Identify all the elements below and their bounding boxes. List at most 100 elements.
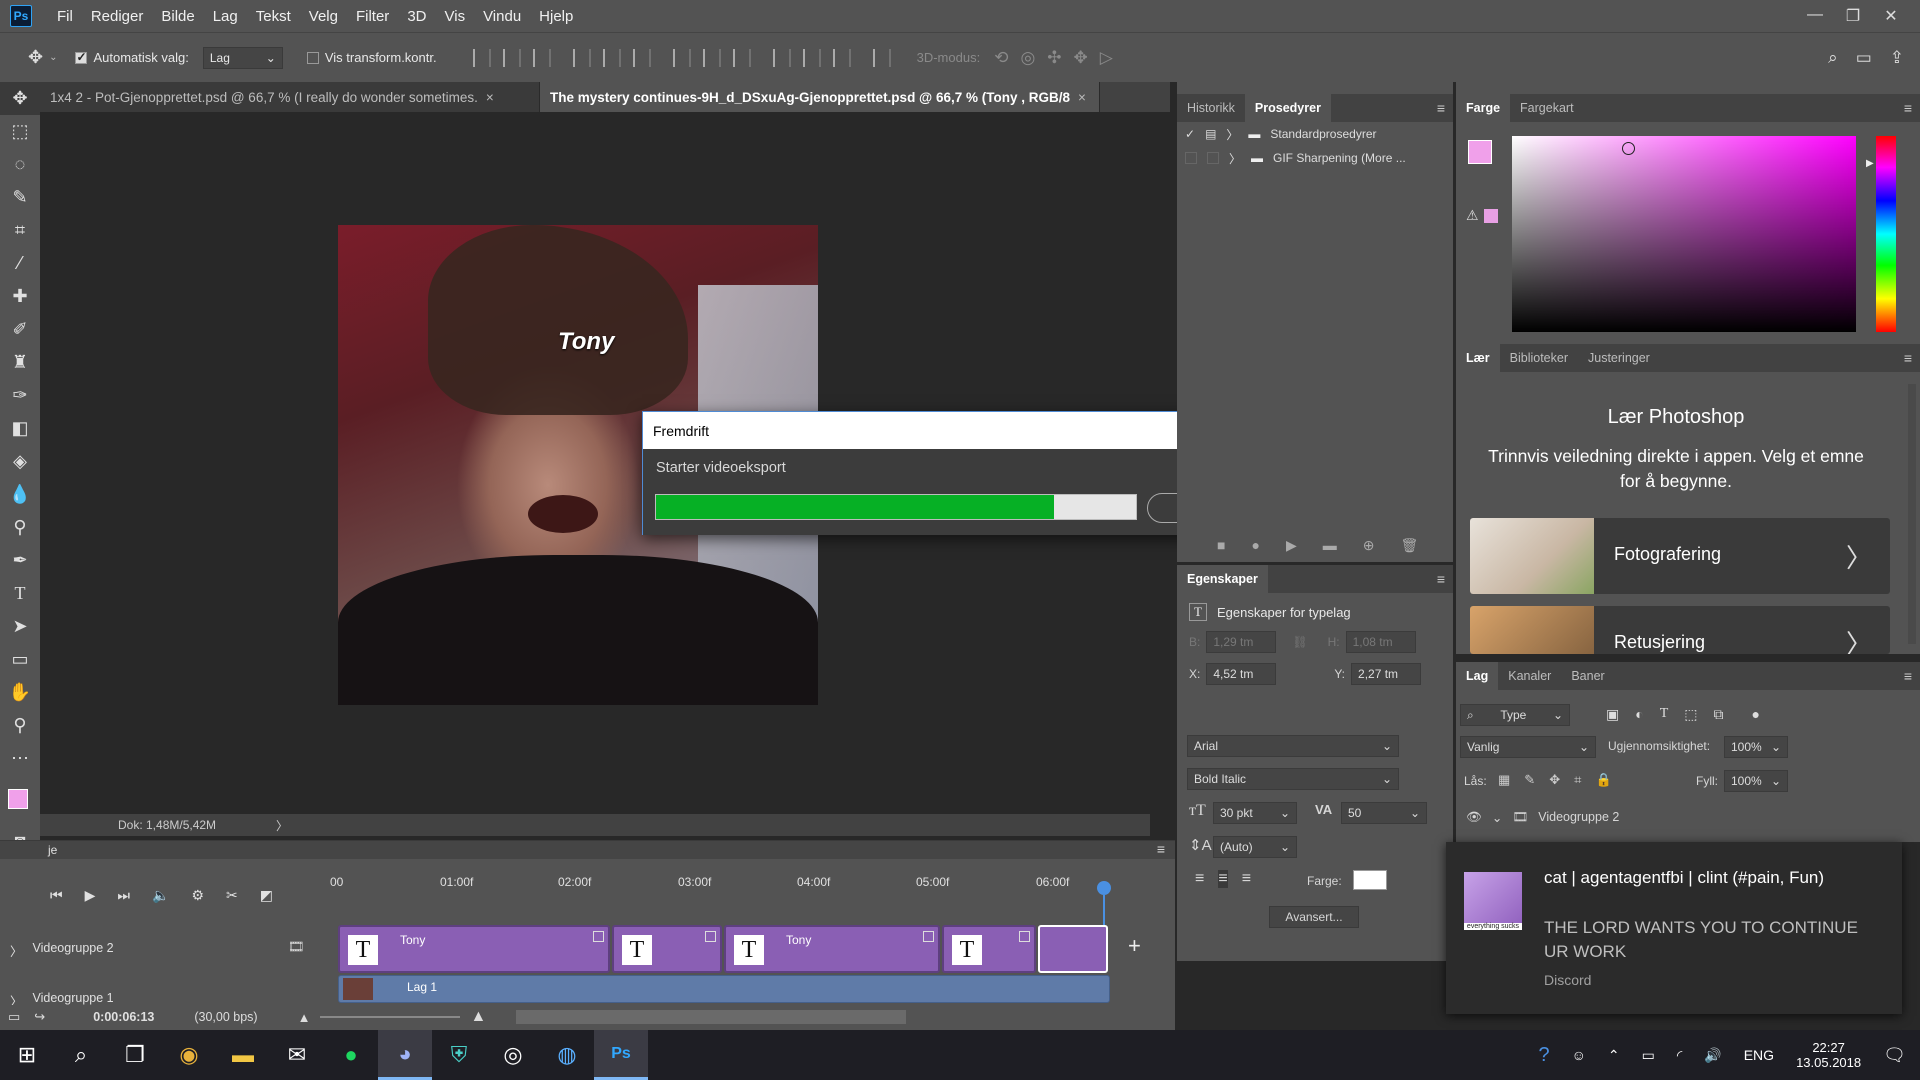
prev-frame-icon[interactable]: ⏮	[50, 887, 63, 904]
shape-filter-icon[interactable]: ⬚	[1684, 706, 1697, 723]
more-tools-icon[interactable]: ⋯	[0, 742, 40, 775]
align-center-text-icon[interactable]: ≡	[1218, 870, 1228, 888]
warning-icon[interactable]: ⚠	[1466, 207, 1479, 224]
hue-slider[interactable]	[1876, 136, 1896, 332]
visibility-eye-icon[interactable]: 👁	[1466, 810, 1482, 825]
align-vcenter-icon[interactable]	[502, 48, 521, 67]
dodge-tool-icon[interactable]: ⚲	[0, 511, 40, 544]
share-icon[interactable]: ⇪	[1890, 48, 1904, 68]
move-tool-icon[interactable]: ✥	[28, 47, 43, 68]
color-picker-cursor[interactable]	[1622, 142, 1635, 155]
align-left-text-icon[interactable]: ≡	[1195, 870, 1204, 888]
font-style-select[interactable]: Bold Italic ⌄	[1187, 768, 1399, 790]
photoshop-taskbar-icon[interactable]: Ps	[594, 1030, 648, 1080]
checkbox-checked-icon[interactable]	[75, 50, 88, 64]
expand-chevron-icon[interactable]: 〉	[10, 941, 23, 960]
action-set-standard[interactable]: ✓ ▤ 〉 ▬ Standardprosedyrer	[1177, 122, 1453, 146]
menu-type[interactable]: Tekst	[247, 8, 300, 25]
align-top-icon[interactable]	[472, 48, 491, 67]
checkbox-unchecked-icon[interactable]	[306, 51, 319, 64]
clip-end-icon[interactable]	[593, 931, 604, 942]
chevron-down-icon[interactable]: ⌄	[1492, 810, 1502, 825]
blur-tool-icon[interactable]: 💧	[0, 478, 40, 511]
color-field[interactable]	[1512, 136, 1856, 332]
timeline-clip[interactable]: T	[942, 925, 1036, 973]
tab-document-2[interactable]: The mystery continues-9H_d_DSxuAg-Gjenop…	[540, 82, 1100, 112]
people-icon[interactable]: ☺	[1572, 1047, 1586, 1063]
tab-swatches[interactable]: Fargekart	[1510, 94, 1584, 122]
timeline-scrollbar[interactable]	[516, 1010, 907, 1024]
chevron-right-icon[interactable]: 〉	[1226, 126, 1238, 143]
file-explorer-icon[interactable]: ▬	[216, 1030, 270, 1080]
tab-history[interactable]: Historikk	[1177, 94, 1245, 122]
distribute-right-icon[interactable]	[832, 48, 851, 67]
play-icon[interactable]: ▶	[1286, 537, 1297, 554]
status-menu-arrow-icon[interactable]: 〉	[276, 817, 288, 834]
timeline-clip[interactable]: T	[612, 925, 722, 973]
tab-adjustments[interactable]: Justeringer	[1578, 344, 1660, 372]
layer-row-videogroup2[interactable]: 👁 ⌄ 🎞 Videogruppe 2	[1456, 802, 1920, 832]
rectangle-tool-icon[interactable]: ▭	[0, 643, 40, 676]
tray-expand-icon[interactable]: ⌃	[1608, 1047, 1620, 1064]
3d-orbit-icon[interactable]: ⟲	[994, 48, 1008, 68]
link-icon[interactable]: ⛓	[1292, 635, 1307, 649]
layer1-clip[interactable]: Lag 1	[338, 975, 1110, 1003]
trash-icon[interactable]: 🗑	[1400, 537, 1418, 554]
new-set-folder-icon[interactable]: ▬	[1323, 537, 1337, 554]
distribute-bottom-icon[interactable]	[732, 48, 751, 67]
fg-color-preview[interactable]	[1468, 140, 1492, 164]
volume-icon[interactable]: 🔊	[1704, 1047, 1721, 1064]
align-right-text-icon[interactable]: ≡	[1242, 870, 1251, 888]
marquee-tool-icon[interactable]: ⬚	[0, 115, 40, 148]
panel-menu-icon[interactable]: ≡	[1904, 350, 1912, 366]
fill-field[interactable]: 100% ⌄	[1724, 770, 1788, 792]
add-media-icon[interactable]: +	[1128, 933, 1141, 959]
tracking-field[interactable]: 50 ⌄	[1341, 802, 1427, 824]
clock[interactable]: 22:27 13.05.2018	[1796, 1040, 1861, 1070]
x-field[interactable]: 4,52 tm	[1206, 663, 1277, 685]
menu-image[interactable]: Bilde	[152, 8, 203, 25]
workspace-icon[interactable]: ▭	[1856, 48, 1872, 68]
h-field[interactable]: 1,08 tm	[1345, 631, 1416, 653]
help-icon[interactable]: ?	[1538, 1044, 1549, 1067]
discord-icon[interactable]: ◕	[378, 1030, 432, 1080]
tab-channels[interactable]: Kanaler	[1498, 662, 1561, 690]
distribute-hcenter-icon[interactable]	[802, 48, 821, 67]
menu-select[interactable]: Velg	[300, 8, 347, 25]
record-icon[interactable]: ●	[1251, 537, 1259, 554]
notification-center-icon[interactable]: 🗨	[1883, 1045, 1906, 1066]
distribute-top-icon[interactable]	[672, 48, 691, 67]
clip-end-icon[interactable]	[923, 931, 934, 942]
lock-position-icon[interactable]: ✥	[1549, 772, 1560, 788]
paint-bucket-tool-icon[interactable]: ◈	[0, 445, 40, 478]
search-icon[interactable]: ⌕	[1828, 48, 1838, 68]
tab-document-1[interactable]: 1x4 2 - Pot-Gjenopprettet.psd @ 66,7 % (…	[40, 82, 540, 112]
track-videogroup2[interactable]: 〉 Videogruppe 2	[10, 941, 114, 960]
adjustment-filter-icon[interactable]: ◐	[1635, 706, 1643, 723]
quick-select-tool-icon[interactable]: ✎	[0, 181, 40, 214]
timeline-clip[interactable]: T Tony	[338, 925, 610, 973]
align-hcenter-icon[interactable]	[602, 48, 621, 67]
dialog-toggle-icon[interactable]: ▤	[1205, 127, 1216, 141]
learn-card-photography[interactable]: Fotografering 〉	[1470, 518, 1890, 594]
panel-menu-icon[interactable]: ≡	[1437, 571, 1445, 587]
lock-transparency-icon[interactable]: ▦	[1498, 772, 1510, 788]
task-view-icon[interactable]: ❐	[108, 1030, 162, 1080]
dialog-toggle-icon[interactable]	[1207, 152, 1219, 164]
layer-filter-select[interactable]: ⌕ Type ⌄	[1460, 704, 1570, 726]
menu-window[interactable]: Vindu	[474, 8, 530, 25]
language-indicator[interactable]: ENG	[1744, 1047, 1774, 1063]
timeline-menu-icon[interactable]: ≡	[1157, 841, 1165, 857]
search-icon[interactable]: ⌕	[54, 1030, 108, 1080]
close-window-button[interactable]: ✕	[1872, 6, 1910, 26]
zoom-tool-icon[interactable]: ⚲	[0, 709, 40, 742]
align-bottom-icon[interactable]	[532, 48, 551, 67]
render-arrow-icon[interactable]: ↪	[34, 1009, 45, 1025]
playhead-icon[interactable]	[1097, 881, 1111, 895]
lock-pixels-icon[interactable]: ✎	[1524, 772, 1535, 788]
type-tool-icon[interactable]: T	[0, 577, 40, 610]
timeline-panel-tab[interactable]: je	[48, 843, 57, 857]
tab-paths[interactable]: Baner	[1561, 662, 1614, 690]
tab-close-icon[interactable]: ×	[1078, 90, 1086, 105]
track-film-icon[interactable]: 🎞	[288, 939, 305, 955]
